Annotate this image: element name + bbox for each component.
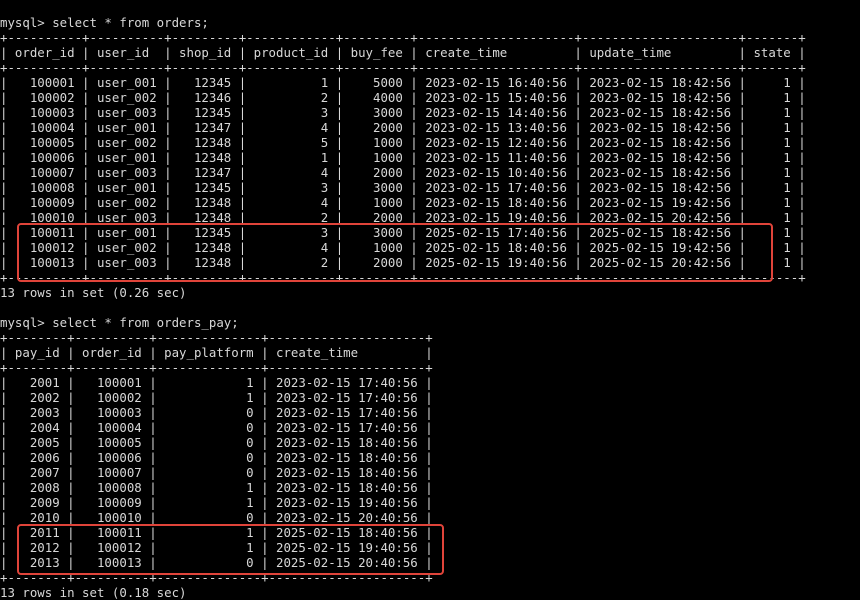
terminal-line: | 100008 | user_001 | 12345 | 3 | 3000 |… [0, 180, 806, 195]
highlight-box-orders-2025-rows [17, 223, 773, 282]
terminal-line: +----------+----------+---------+-------… [0, 60, 806, 75]
terminal-line: | 100006 | user_001 | 12348 | 1 | 1000 |… [0, 150, 806, 165]
terminal-line: +----------+----------+---------+-------… [0, 30, 806, 45]
terminal-output: mysql> select * from orders; +----------+… [0, 15, 806, 600]
terminal-line: | pay_id | order_id | pay_platform | cre… [0, 345, 433, 360]
terminal-line: | 2002 | 100002 | 1 | 2023-02-15 17:40:5… [0, 390, 433, 405]
terminal-line: mysql> select * from orders; [0, 15, 209, 30]
terminal-line: | 100005 | user_002 | 12348 | 5 | 1000 |… [0, 135, 806, 150]
terminal-line: | 100001 | user_001 | 12345 | 1 | 5000 |… [0, 75, 806, 90]
terminal-line: | 100007 | user_003 | 12347 | 4 | 2000 |… [0, 165, 806, 180]
terminal-line: | 2006 | 100006 | 0 | 2023-02-15 18:40:5… [0, 450, 433, 465]
terminal-line: | 2003 | 100003 | 0 | 2023-02-15 17:40:5… [0, 405, 433, 420]
terminal-line: | 2010 | 100010 | 0 | 2023-02-15 20:40:5… [0, 510, 433, 525]
terminal-line: +--------+----------+--------------+----… [0, 360, 433, 375]
terminal-line: | order_id | user_id | shop_id | product… [0, 45, 806, 60]
terminal-line: | 100009 | user_002 | 12348 | 4 | 1000 |… [0, 195, 806, 210]
terminal-line: | 2001 | 100001 | 1 | 2023-02-15 17:40:5… [0, 375, 433, 390]
terminal-line: | 2004 | 100004 | 0 | 2023-02-15 17:40:5… [0, 420, 433, 435]
terminal-line: mysql> select * from orders_pay; [0, 315, 239, 330]
terminal-line: +--------+----------+--------------+----… [0, 330, 433, 345]
terminal-line: | 100003 | user_003 | 12345 | 3 | 3000 |… [0, 105, 806, 120]
terminal-line: | 2007 | 100007 | 0 | 2023-02-15 18:40:5… [0, 465, 433, 480]
terminal-line: 13 rows in set (0.18 sec) [0, 585, 187, 600]
terminal-line: | 100002 | user_002 | 12346 | 2 | 4000 |… [0, 90, 806, 105]
terminal-line: | 100004 | user_001 | 12347 | 4 | 2000 |… [0, 120, 806, 135]
terminal-line: | 2008 | 100008 | 1 | 2023-02-15 18:40:5… [0, 480, 433, 495]
terminal-line: 13 rows in set (0.26 sec) [0, 285, 187, 300]
terminal-line: | 2005 | 100005 | 0 | 2023-02-15 18:40:5… [0, 435, 433, 450]
terminal-line: | 2009 | 100009 | 1 | 2023-02-15 19:40:5… [0, 495, 433, 510]
highlight-box-orders-pay-2025-rows [17, 524, 444, 575]
